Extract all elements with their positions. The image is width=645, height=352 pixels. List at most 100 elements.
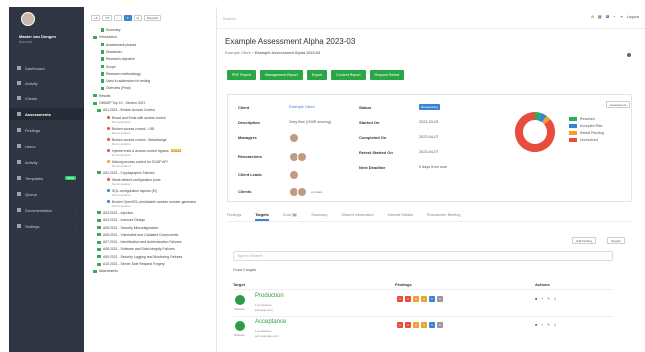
content-report-button[interactable]: Content Report — [331, 70, 366, 80]
gear-icon[interactable] — [627, 53, 631, 57]
tree-node[interactable]: Broad and Ends with access control — [107, 116, 166, 120]
tree-node[interactable]: A02:2021 - Cryptographic Failures — [97, 171, 155, 175]
add-icon[interactable]: +▾ — [91, 14, 101, 21]
critical-count[interactable]: 1 — [397, 296, 403, 302]
tree-node[interactable]: Overview (Final) — [101, 86, 131, 90]
target-search-input[interactable]: Type to Search — [233, 251, 613, 261]
tree-node[interactable]: A05:2021 - Security Misconfiguration — [97, 226, 158, 230]
client-link[interactable]: Example Client — [289, 105, 315, 109]
medium-count[interactable]: 3 — [413, 296, 419, 302]
tree-node[interactable]: A09:2021 - Security Logging and Monitori… — [97, 255, 182, 259]
add-finding-button[interactable]: Add Finding — [572, 237, 597, 244]
tree-node[interactable]: A10:2021 - Server-Side Request Forgery — [97, 262, 165, 266]
export-button[interactable]: Export — [306, 70, 328, 80]
pie-slice-accepted-risk[interactable] — [538, 112, 547, 123]
copy-icon[interactable]: ⧉ — [133, 14, 142, 21]
sidebar-item-users[interactable]: Users — [9, 140, 84, 152]
sidebar-item-activity[interactable]: Activity — [9, 77, 84, 89]
add-icon[interactable]: + — [541, 323, 543, 327]
sidebar-item-findings[interactable]: Findings — [9, 124, 84, 136]
add-icon[interactable]: + — [541, 297, 543, 301]
request-retest-button[interactable]: Request Retest — [369, 70, 405, 80]
tree-node[interactable]: Used in addendum for testing — [101, 79, 150, 83]
tree-select[interactable]: Rootpart — [143, 14, 162, 21]
tree-node[interactable]: Assessment phases — [101, 43, 136, 47]
tree-node[interactable]: OWASP Top 10 - Version 2021 — [93, 101, 145, 105]
edit-icon[interactable]: ✎▾ — [102, 14, 113, 21]
edit-icon[interactable]: ✎ — [547, 297, 550, 301]
sidebar-item-settings[interactable]: Settings › — [9, 220, 84, 232]
notification-badge[interactable]: 4 — [605, 15, 609, 18]
tree-node[interactable]: Weak default configuration ports — [107, 178, 161, 182]
edit-icon[interactable]: ✎ — [547, 323, 550, 327]
other-count[interactable]: 6 — [437, 296, 443, 302]
tree-node[interactable]: A01:2021 - Broken Access Control — [97, 108, 155, 112]
client-avatar[interactable] — [297, 187, 307, 197]
other-count[interactable]: 6 — [437, 322, 443, 328]
low-count[interactable]: 4 — [421, 296, 427, 302]
trash-icon[interactable]: ▯ — [554, 297, 556, 301]
low-count[interactable]: 4 — [421, 322, 427, 328]
critical-count[interactable]: 1 — [397, 322, 403, 328]
client-lead-avatar[interactable] — [289, 170, 299, 180]
assessment-dropdown[interactable]: Assessment — [606, 101, 631, 108]
sidebar-item-dashboard[interactable]: Dashboard — [9, 62, 84, 74]
pie-slice-resolved[interactable] — [534, 112, 542, 121]
tree-node[interactable]: A04:2021 - Insecure Design — [97, 218, 145, 222]
tree-node[interactable]: A08:2021 - Software and Data Integrity F… — [97, 247, 175, 251]
search-input[interactable]: Search — [223, 16, 236, 21]
target-name[interactable]: Acceptance — [255, 319, 286, 325]
tree-node[interactable]: Attachments — [93, 269, 118, 273]
sidebar-item-documentation[interactable]: Documentation › — [9, 204, 84, 216]
target-name[interactable]: Production — [255, 293, 284, 299]
high-count[interactable]: 2 — [405, 296, 411, 302]
targets-filter[interactable]: Targets — [607, 237, 625, 244]
tab-findings[interactable]: Findings — [227, 213, 241, 221]
tab-internal-details[interactable]: Internal Details — [388, 213, 413, 221]
translate-icon[interactable]: A — [591, 14, 594, 19]
tree-node[interactable]: Scope — [101, 65, 116, 69]
tree-node[interactable]: SQL configuration layouts (Ki) — [107, 189, 157, 193]
high-count[interactable]: 2 — [405, 322, 411, 328]
pdf-report-button[interactable]: PDF Report — [227, 70, 256, 80]
tree-node[interactable]: Summary — [101, 28, 121, 32]
tree-node[interactable]: A07:2021 - Identification and Authentica… — [97, 240, 181, 244]
tree-node[interactable]: Introduction — [93, 35, 117, 39]
tree-node[interactable]: A03:2021 - Injection — [97, 211, 133, 215]
tree-node[interactable]: Injectie ends & access control bypass Ver… — [107, 149, 182, 153]
avatar[interactable] — [21, 12, 35, 26]
bell-icon[interactable]: ◔ — [613, 14, 615, 19]
delete-icon[interactable]: ■ — [535, 323, 537, 327]
info-count[interactable]: 5 — [429, 322, 435, 328]
medium-count[interactable]: 3 — [413, 322, 419, 328]
tree-node[interactable]: Research methodology — [101, 72, 141, 76]
breadcrumb-client[interactable]: Example Client — [225, 51, 251, 55]
tree-node[interactable]: Results — [93, 94, 110, 98]
move-up-icon[interactable]: ↑ — [114, 14, 122, 21]
sidebar-item-activity-2[interactable]: Activity — [9, 156, 84, 168]
sidebar-item-queue[interactable]: Queue — [9, 188, 84, 200]
expand-button[interactable]: ≡ — [123, 14, 132, 21]
clients-more[interactable]: +1 more — [311, 190, 322, 194]
tree-node[interactable]: Broken OpenSSL predictable random number… — [107, 200, 196, 204]
sidebar-item-assessments[interactable]: Assessments — [9, 108, 84, 120]
tree-node[interactable]: Missing access control for SOAP API — [107, 160, 168, 164]
tree-node[interactable]: Research objective — [101, 57, 135, 61]
researcher-avatar[interactable] — [297, 152, 307, 162]
sidebar-item-templates[interactable]: Templates NEW — [9, 172, 84, 184]
tab-shared-information[interactable]: Shared information — [341, 213, 373, 221]
tree-node[interactable]: Broken access control - URL — [107, 127, 155, 131]
grid-icon[interactable]: ▦ — [598, 14, 602, 19]
tab-summary[interactable]: Summary — [311, 213, 327, 221]
tab-chat[interactable]: Chat 52 — [283, 213, 298, 221]
tree-node[interactable]: Disclaimer — [101, 50, 122, 54]
trash-icon[interactable]: ▯ — [554, 323, 556, 327]
logout-link[interactable]: Logout — [627, 14, 639, 19]
tab-targets[interactable]: Targets — [255, 213, 269, 221]
tab-researcher-briefing[interactable]: Researcher Briefing — [427, 213, 461, 221]
tree-node[interactable]: A06:2021 - Vulnerable and Outdated Compo… — [97, 233, 178, 237]
delete-icon[interactable]: ■ — [535, 297, 537, 301]
management-report-button[interactable]: Management Report — [259, 70, 303, 80]
sidebar-item-clients[interactable]: Clients — [9, 92, 84, 104]
info-count[interactable]: 5 — [429, 296, 435, 302]
